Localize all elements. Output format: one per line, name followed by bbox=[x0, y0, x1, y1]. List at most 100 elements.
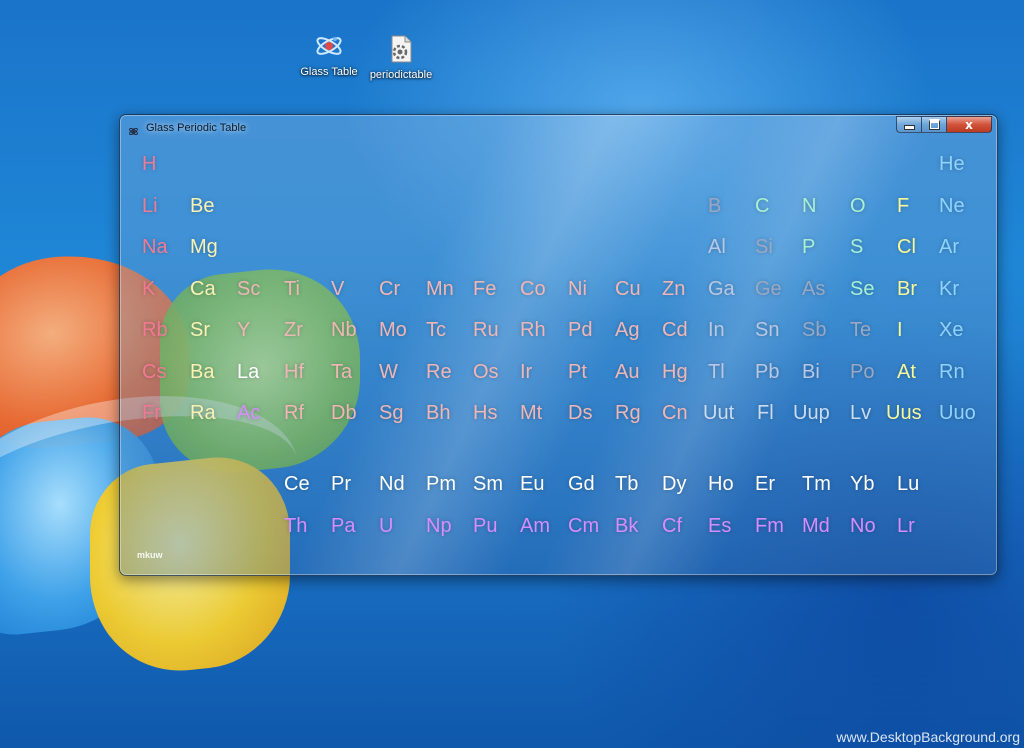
element-V[interactable]: V bbox=[331, 278, 344, 301]
element-At[interactable]: At bbox=[897, 361, 916, 384]
element-Au[interactable]: Au bbox=[615, 361, 639, 384]
element-Th[interactable]: Th bbox=[284, 515, 307, 538]
element-Fr[interactable]: Fr bbox=[142, 402, 161, 425]
element-Es[interactable]: Es bbox=[708, 515, 731, 538]
element-Po[interactable]: Po bbox=[850, 361, 874, 384]
element-Cm[interactable]: Cm bbox=[568, 515, 599, 538]
element-Sg[interactable]: Sg bbox=[379, 402, 403, 425]
element-Rn[interactable]: Rn bbox=[939, 361, 965, 384]
element-La[interactable]: La bbox=[237, 361, 259, 384]
element-Lv[interactable]: Lv bbox=[850, 402, 871, 425]
element-Am[interactable]: Am bbox=[520, 515, 550, 538]
element-Fe[interactable]: Fe bbox=[473, 278, 496, 301]
element-Ce[interactable]: Ce bbox=[284, 473, 310, 496]
element-Nb[interactable]: Nb bbox=[331, 319, 357, 342]
element-Cd[interactable]: Cd bbox=[662, 319, 688, 342]
element-Y[interactable]: Y bbox=[237, 319, 250, 342]
element-Si[interactable]: Si bbox=[755, 236, 773, 259]
element-Pm[interactable]: Pm bbox=[426, 473, 456, 496]
element-Rg[interactable]: Rg bbox=[615, 402, 641, 425]
element-N[interactable]: N bbox=[802, 195, 816, 218]
element-Ne[interactable]: Ne bbox=[939, 195, 965, 218]
element-Cf[interactable]: Cf bbox=[662, 515, 682, 538]
element-Mo[interactable]: Mo bbox=[379, 319, 407, 342]
element-Zr[interactable]: Zr bbox=[284, 319, 303, 342]
element-Md[interactable]: Md bbox=[802, 515, 830, 538]
element-Pb[interactable]: Pb bbox=[755, 361, 779, 384]
element-Eu[interactable]: Eu bbox=[520, 473, 544, 496]
element-Lr[interactable]: Lr bbox=[897, 515, 915, 538]
element-Bh[interactable]: Bh bbox=[426, 402, 450, 425]
element-Ds[interactable]: Ds bbox=[568, 402, 592, 425]
element-Pr[interactable]: Pr bbox=[331, 473, 351, 496]
element-No[interactable]: No bbox=[850, 515, 876, 538]
element-Ge[interactable]: Ge bbox=[755, 278, 782, 301]
element-Hf[interactable]: Hf bbox=[284, 361, 304, 384]
element-Uut[interactable]: Uut bbox=[703, 402, 734, 425]
element-Tm[interactable]: Tm bbox=[802, 473, 831, 496]
element-H[interactable]: H bbox=[142, 153, 156, 176]
element-Ru[interactable]: Ru bbox=[473, 319, 499, 342]
element-Cl[interactable]: Cl bbox=[897, 236, 916, 259]
element-W[interactable]: W bbox=[379, 361, 398, 384]
element-Pd[interactable]: Pd bbox=[568, 319, 592, 342]
element-As[interactable]: As bbox=[802, 278, 825, 301]
element-In[interactable]: In bbox=[708, 319, 725, 342]
element-Rh[interactable]: Rh bbox=[520, 319, 546, 342]
element-Uus[interactable]: Uus bbox=[886, 402, 922, 425]
element-Tc[interactable]: Tc bbox=[426, 319, 446, 342]
element-Yb[interactable]: Yb bbox=[850, 473, 874, 496]
element-Be[interactable]: Be bbox=[190, 195, 214, 218]
element-Ac[interactable]: Ac bbox=[237, 402, 260, 425]
element-He[interactable]: He bbox=[939, 153, 965, 176]
element-Na[interactable]: Na bbox=[142, 236, 168, 259]
element-Rb[interactable]: Rb bbox=[142, 319, 168, 342]
element-Te[interactable]: Te bbox=[850, 319, 871, 342]
element-Uup[interactable]: Uup bbox=[793, 402, 830, 425]
element-Co[interactable]: Co bbox=[520, 278, 546, 301]
element-Ar[interactable]: Ar bbox=[939, 236, 959, 259]
element-O[interactable]: O bbox=[850, 195, 866, 218]
element-P[interactable]: P bbox=[802, 236, 815, 259]
element-Lu[interactable]: Lu bbox=[897, 473, 919, 496]
element-Uuo[interactable]: Uuo bbox=[939, 402, 976, 425]
element-Pt[interactable]: Pt bbox=[568, 361, 587, 384]
element-Dy[interactable]: Dy bbox=[662, 473, 686, 496]
element-Mn[interactable]: Mn bbox=[426, 278, 454, 301]
element-I[interactable]: I bbox=[897, 319, 903, 342]
element-Se[interactable]: Se bbox=[850, 278, 874, 301]
element-Ra[interactable]: Ra bbox=[190, 402, 216, 425]
element-Pu[interactable]: Pu bbox=[473, 515, 497, 538]
element-Kr[interactable]: Kr bbox=[939, 278, 959, 301]
element-K[interactable]: K bbox=[142, 278, 155, 301]
element-Ir[interactable]: Ir bbox=[520, 361, 532, 384]
element-Sr[interactable]: Sr bbox=[190, 319, 210, 342]
element-Ga[interactable]: Ga bbox=[708, 278, 735, 301]
element-Gd[interactable]: Gd bbox=[568, 473, 595, 496]
element-Sb[interactable]: Sb bbox=[802, 319, 826, 342]
element-Ni[interactable]: Ni bbox=[568, 278, 587, 301]
element-Ag[interactable]: Ag bbox=[615, 319, 639, 342]
element-Er[interactable]: Er bbox=[755, 473, 775, 496]
element-Hs[interactable]: Hs bbox=[473, 402, 497, 425]
element-Ca[interactable]: Ca bbox=[190, 278, 216, 301]
element-Tl[interactable]: Tl bbox=[708, 361, 725, 384]
element-Tb[interactable]: Tb bbox=[615, 473, 638, 496]
element-Al[interactable]: Al bbox=[708, 236, 726, 259]
element-Os[interactable]: Os bbox=[473, 361, 499, 384]
element-Cu[interactable]: Cu bbox=[615, 278, 641, 301]
element-Fl[interactable]: Fl bbox=[757, 402, 774, 425]
element-Cr[interactable]: Cr bbox=[379, 278, 400, 301]
desktop-icon-glass-table[interactable]: Glass Table bbox=[293, 30, 365, 78]
element-Sn[interactable]: Sn bbox=[755, 319, 779, 342]
element-Bi[interactable]: Bi bbox=[802, 361, 820, 384]
element-C[interactable]: C bbox=[755, 195, 769, 218]
element-B[interactable]: B bbox=[708, 195, 721, 218]
element-Cn[interactable]: Cn bbox=[662, 402, 688, 425]
element-Li[interactable]: Li bbox=[142, 195, 158, 218]
element-Re[interactable]: Re bbox=[426, 361, 452, 384]
element-Sc[interactable]: Sc bbox=[237, 278, 260, 301]
element-Cs[interactable]: Cs bbox=[142, 361, 166, 384]
element-Db[interactable]: Db bbox=[331, 402, 357, 425]
element-Mt[interactable]: Mt bbox=[520, 402, 542, 425]
